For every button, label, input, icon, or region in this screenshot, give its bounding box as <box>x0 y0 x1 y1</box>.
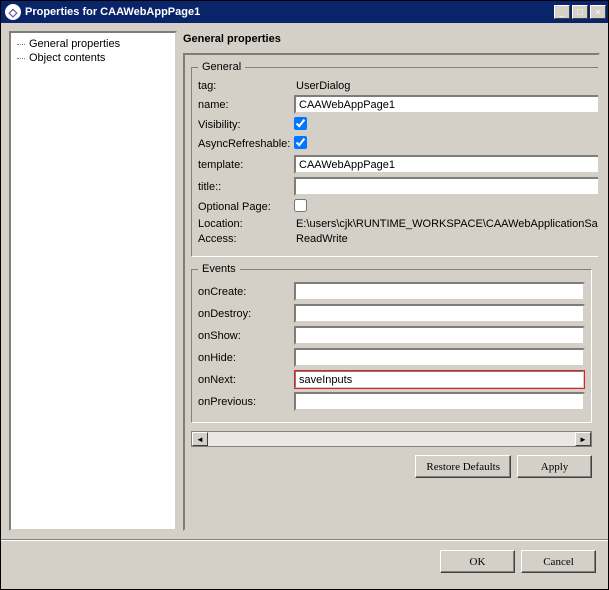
async-label: AsyncRefreshable: <box>198 138 294 150</box>
async-checkbox[interactable] <box>294 136 307 149</box>
onnext-field[interactable] <box>294 370 585 389</box>
optional-checkbox[interactable] <box>294 199 307 212</box>
onnext-label: onNext: <box>198 374 294 386</box>
location-label: Location: <box>198 218 294 230</box>
access-label: Access: <box>198 233 294 245</box>
ondestroy-label: onDestroy: <box>198 308 294 320</box>
onprevious-field[interactable] <box>294 392 585 411</box>
template-field[interactable] <box>294 155 600 174</box>
location-value: E:\users\cjk\RUNTIME_WORKSPACE\CAAWebApp… <box>294 218 600 230</box>
onshow-field[interactable] <box>294 326 585 345</box>
template-label: template: <box>198 159 294 171</box>
scroll-track[interactable] <box>208 432 575 446</box>
onhide-field[interactable] <box>294 348 585 367</box>
tag-label: tag: <box>198 80 294 92</box>
oncreate-field[interactable] <box>294 282 585 301</box>
scroll-left-icon[interactable]: ◄ <box>192 432 208 446</box>
onhide-label: onHide: <box>198 352 294 364</box>
general-legend: General <box>198 61 245 73</box>
minimize-button[interactable]: _ <box>554 5 570 19</box>
tree-item-object-contents[interactable]: Object contents <box>15 51 171 65</box>
window-title: Properties for CAAWebAppPage1 <box>25 6 552 18</box>
restore-defaults-button[interactable]: Restore Defaults <box>415 455 511 478</box>
name-field[interactable] <box>294 95 600 114</box>
general-group: General tag: UserDialog name: Visibility… <box>191 61 600 257</box>
ondestroy-field[interactable] <box>294 304 585 323</box>
visibility-label: Visibility: <box>198 119 294 131</box>
onshow-label: onShow: <box>198 330 294 342</box>
access-value: ReadWrite <box>294 233 600 245</box>
tag-value: UserDialog <box>294 80 600 92</box>
events-legend: Events <box>198 263 240 275</box>
oncreate-label: onCreate: <box>198 286 294 298</box>
properties-panel: General tag: UserDialog name: Visibility… <box>183 53 600 531</box>
title-field[interactable] <box>294 177 600 196</box>
title-label: title:: <box>198 181 294 193</box>
category-tree[interactable]: General properties Object contents <box>9 31 177 531</box>
titlebar[interactable]: ◇ Properties for CAAWebAppPage1 _ □ × <box>1 1 608 23</box>
events-group: Events onCreate: onDestroy: onShow: onHi… <box>191 263 592 423</box>
visibility-checkbox[interactable] <box>294 117 307 130</box>
page-title: General properties <box>183 31 600 53</box>
onprevious-label: onPrevious: <box>198 396 294 408</box>
horizontal-scrollbar[interactable]: ◄ ► <box>191 431 592 447</box>
name-label: name: <box>198 99 294 111</box>
scroll-right-icon[interactable]: ► <box>575 432 591 446</box>
apply-button[interactable]: Apply <box>517 455 592 478</box>
tree-item-general[interactable]: General properties <box>15 37 171 51</box>
app-icon: ◇ <box>5 4 21 20</box>
cancel-button[interactable]: Cancel <box>521 550 596 573</box>
dialog-footer: OK Cancel <box>1 539 608 583</box>
close-button[interactable]: × <box>590 5 606 19</box>
optional-label: Optional Page: <box>198 201 294 213</box>
ok-button[interactable]: OK <box>440 550 515 573</box>
maximize-button[interactable]: □ <box>572 5 588 19</box>
